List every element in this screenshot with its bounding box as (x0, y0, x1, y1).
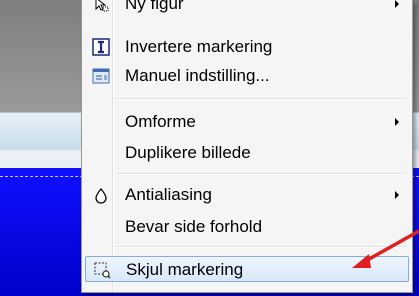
red-arrow-icon (352, 229, 419, 268)
